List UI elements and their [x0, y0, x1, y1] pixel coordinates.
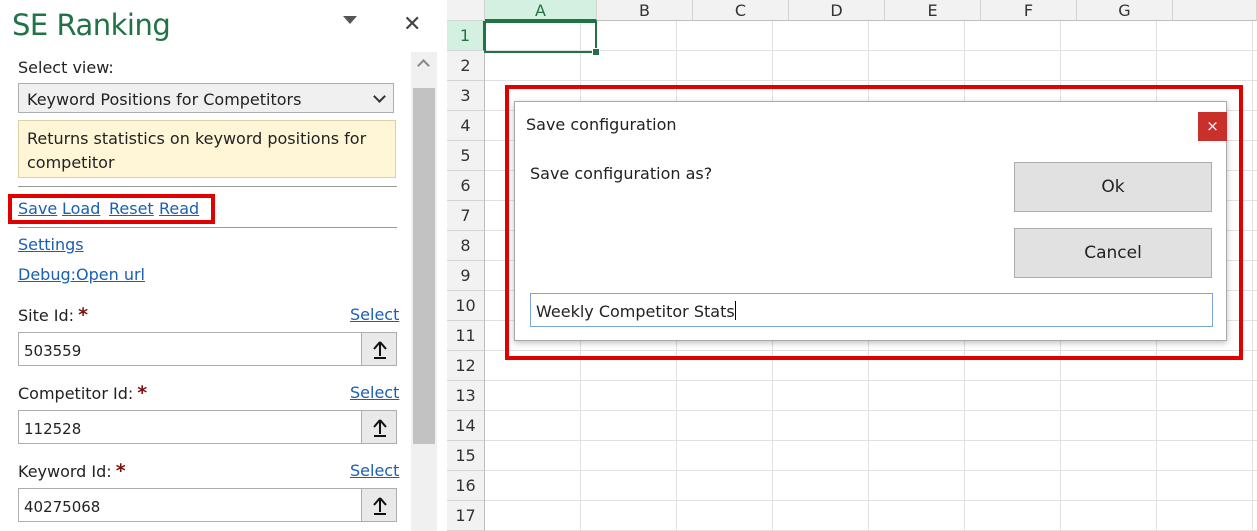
- scrollbar-thumb[interactable]: [413, 88, 435, 444]
- view-dropdown-value: Keyword Positions for Competitors: [27, 90, 302, 109]
- settings-link[interactable]: Settings: [18, 235, 84, 254]
- configuration-name-value: Weekly Competitor Stats: [536, 302, 735, 321]
- select-view-label: Select view:: [18, 58, 114, 77]
- row-header-11[interactable]: 11: [447, 321, 485, 351]
- close-icon[interactable]: ×: [1198, 112, 1227, 141]
- select-all-corner[interactable]: [447, 0, 485, 21]
- keyword-id-upload-button[interactable]: [361, 488, 397, 522]
- configuration-name-input[interactable]: Weekly Competitor Stats: [530, 293, 1213, 327]
- required-icon: *: [115, 460, 126, 482]
- keyword-id-label: Keyword Id: *: [18, 460, 126, 482]
- required-icon: *: [78, 304, 89, 326]
- chevron-down-icon[interactable]: [343, 16, 357, 24]
- divider: [18, 186, 397, 187]
- highlight-box: [8, 194, 215, 224]
- row-header-3[interactable]: 3: [447, 81, 485, 111]
- task-pane: SE Ranking ✕ Select view: Keyword Positi…: [0, 0, 447, 531]
- view-description: Returns statistics on keyword positions …: [18, 120, 396, 178]
- competitor-id-label: Competitor Id: *: [18, 382, 147, 404]
- competitor-id-select-link[interactable]: Select: [350, 383, 399, 402]
- column-header-e[interactable]: E: [885, 0, 981, 21]
- view-dropdown[interactable]: Keyword Positions for Competitors: [18, 83, 394, 113]
- chevron-up-icon[interactable]: [417, 59, 430, 72]
- site-id-upload-button[interactable]: [361, 332, 397, 366]
- cancel-button[interactable]: Cancel: [1014, 228, 1212, 278]
- site-id-label-text: Site Id:: [18, 306, 75, 325]
- save-configuration-dialog: Save configuration × Save configuration …: [514, 101, 1227, 341]
- row-header-15[interactable]: 15: [447, 441, 485, 471]
- keyword-id-label-text: Keyword Id:: [18, 462, 112, 481]
- row-header-17[interactable]: 17: [447, 501, 485, 531]
- column-header-h[interactable]: [1173, 0, 1257, 21]
- arrow-up-icon: [373, 341, 387, 359]
- debug-open-url-link[interactable]: Debug:Open url: [18, 265, 145, 284]
- column-header-d[interactable]: D: [789, 0, 885, 21]
- site-id-input[interactable]: 503559: [18, 332, 362, 366]
- row-header-1[interactable]: 1: [447, 21, 485, 51]
- row-header-2[interactable]: 2: [447, 51, 485, 81]
- ok-button[interactable]: Ok: [1014, 162, 1212, 212]
- row-header-7[interactable]: 7: [447, 201, 485, 231]
- row-header-6[interactable]: 6: [447, 171, 485, 201]
- arrow-up-icon: [373, 419, 387, 437]
- row-header-12[interactable]: 12: [447, 351, 485, 381]
- row-header-13[interactable]: 13: [447, 381, 485, 411]
- column-header-g[interactable]: G: [1077, 0, 1173, 21]
- close-icon[interactable]: ✕: [403, 10, 421, 40]
- divider: [18, 227, 397, 228]
- site-id-select-link[interactable]: Select: [350, 305, 399, 324]
- row-header-14[interactable]: 14: [447, 411, 485, 441]
- dialog-prompt: Save configuration as?: [530, 164, 713, 183]
- competitor-id-upload-button[interactable]: [361, 410, 397, 444]
- row-header-8[interactable]: 8: [447, 231, 485, 261]
- selected-cell[interactable]: [484, 21, 597, 53]
- row-header-16[interactable]: 16: [447, 471, 485, 501]
- column-header-f[interactable]: F: [981, 0, 1077, 21]
- keyword-id-select-link[interactable]: Select: [350, 461, 399, 480]
- chevron-down-icon: [373, 90, 386, 103]
- row-header-10[interactable]: 10: [447, 291, 485, 321]
- column-header-c[interactable]: C: [693, 0, 789, 21]
- row-header-5[interactable]: 5: [447, 141, 485, 171]
- column-header-b[interactable]: B: [597, 0, 693, 21]
- arrow-up-icon: [373, 497, 387, 515]
- pane-scrollbar[interactable]: [411, 52, 437, 531]
- text-caret: [734, 301, 736, 320]
- pane-title: SE Ranking: [12, 8, 171, 42]
- required-icon: *: [137, 382, 148, 404]
- fill-handle[interactable]: [592, 48, 600, 56]
- keyword-id-input[interactable]: 40275068: [18, 488, 362, 522]
- row-header-4[interactable]: 4: [447, 111, 485, 141]
- competitor-id-label-text: Competitor Id:: [18, 384, 134, 403]
- dialog-title: Save configuration: [526, 115, 677, 134]
- row-header-9[interactable]: 9: [447, 261, 485, 291]
- site-id-label: Site Id: *: [18, 304, 88, 326]
- competitor-id-input[interactable]: 112528: [18, 410, 362, 444]
- column-header-a[interactable]: A: [485, 0, 597, 21]
